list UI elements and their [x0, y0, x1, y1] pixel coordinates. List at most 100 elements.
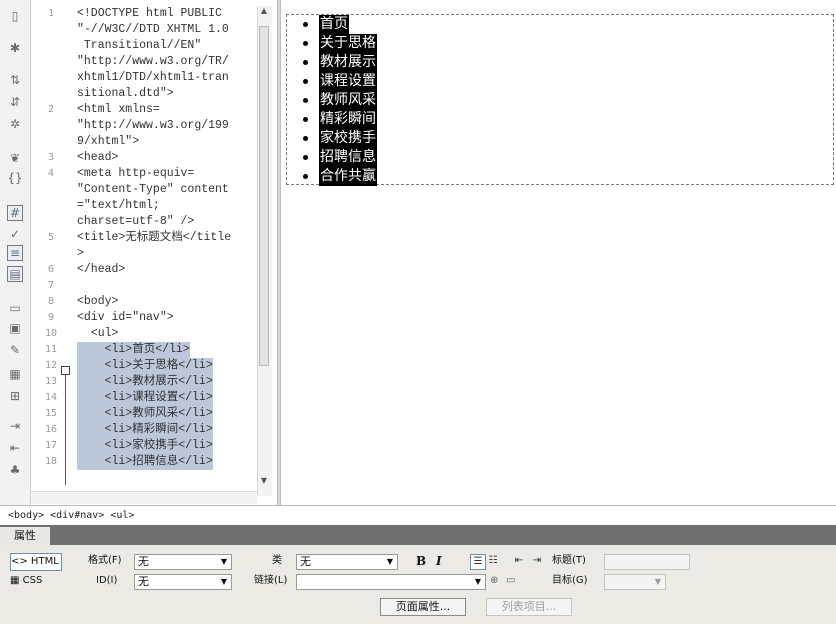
- format-label: 格式(F): [88, 555, 122, 566]
- link-label: 链接(L): [254, 575, 288, 586]
- bold-button[interactable]: B: [416, 554, 426, 568]
- syntax-coloring-icon[interactable]: ▤: [7, 266, 23, 282]
- id-select[interactable]: 无 ▼: [134, 574, 232, 590]
- code-scroll-thumb[interactable]: [259, 26, 269, 366]
- unordered-list-icon[interactable]: ☰: [470, 554, 486, 570]
- class-select[interactable]: 无 ▼: [296, 554, 398, 570]
- code-view[interactable]: 1 2 3 4 5 6 7 8 9 10 11 12 13 14 15 16 1…: [31, 0, 277, 505]
- code-line: </head>: [77, 263, 126, 276]
- code-line: <li>招聘信息</li>: [77, 454, 213, 470]
- indent-code-icon[interactable]: ⇥: [7, 418, 23, 434]
- link-input[interactable]: ▼: [296, 574, 486, 590]
- nav-item[interactable]: 首页: [319, 15, 349, 34]
- id-label: ID(I): [96, 575, 118, 586]
- nav-item[interactable]: 教师风采: [319, 91, 377, 110]
- text-outdent-icon[interactable]: ⇤: [512, 554, 526, 568]
- code-line: <meta http-equiv=: [77, 167, 195, 180]
- collapse-toggle-icon[interactable]: [61, 366, 70, 375]
- scroll-down-icon[interactable]: ▼: [257, 476, 271, 488]
- code-line: <!DOCTYPE html PUBLIC: [77, 7, 222, 20]
- bullet-icon: [303, 79, 308, 84]
- collapse-full-tag-icon[interactable]: ⇅: [7, 72, 23, 88]
- nav-item[interactable]: 关于思格: [319, 34, 377, 53]
- page-properties-button[interactable]: 页面属性...: [380, 598, 466, 616]
- list-item-button[interactable]: 列表项目...: [486, 598, 572, 616]
- word-wrap-icon[interactable]: ≡: [7, 245, 23, 261]
- show-code-navigator-icon[interactable]: ✱: [7, 40, 23, 56]
- properties-panel: 属性 <> HTML ▦ CSS 格式(F) 无 ▼ ID(I) 无 ▼ 类 无…: [0, 525, 836, 624]
- tag-selector[interactable]: <body> <div#nav> <ul>: [0, 505, 836, 525]
- line-number: 6: [47, 264, 55, 275]
- line-number: 8: [47, 296, 55, 307]
- balance-braces-icon[interactable]: {}: [7, 170, 23, 186]
- select-parent-tag-icon[interactable]: ❦: [7, 150, 23, 166]
- bullet-icon: [303, 22, 308, 27]
- nav-div[interactable]: 首页 关于思格 教材展示 课程设置 教师风采 精彩瞬间 家校携手 招聘信息 合作…: [286, 14, 834, 186]
- code-line: "-//W3C//DTD XHTML 1.0: [77, 23, 229, 36]
- code-line: <ul>: [77, 327, 119, 340]
- code-line: <body>: [77, 295, 119, 308]
- target-select[interactable]: ▼: [604, 574, 666, 590]
- nav-item[interactable]: 精彩瞬间: [319, 110, 377, 129]
- code-line: <li>教材展示</li>: [77, 374, 213, 390]
- bullet-icon: [303, 41, 308, 46]
- nav-item[interactable]: 课程设置: [319, 72, 377, 91]
- italic-button[interactable]: I: [436, 554, 442, 568]
- line-number: 5: [47, 232, 55, 243]
- highlight-invalid-code-icon[interactable]: ✓: [7, 226, 23, 242]
- class-value: 无: [300, 555, 311, 568]
- nav-item[interactable]: 教材展示: [319, 53, 377, 72]
- bullet-icon: [303, 117, 308, 122]
- nav-item[interactable]: 招聘信息: [319, 148, 377, 167]
- code-line: "http://www.w3.org/199: [77, 119, 229, 132]
- format-select[interactable]: 无 ▼: [134, 554, 232, 570]
- ordered-list-icon[interactable]: ☷: [486, 554, 500, 568]
- nav-item[interactable]: 合作共赢: [319, 167, 377, 186]
- code-line: <li>教师风采</li>: [77, 406, 213, 422]
- browse-folder-icon[interactable]: ▭: [506, 573, 515, 589]
- chevron-down-icon: ▼: [654, 577, 661, 586]
- code-line: charset=utf-8" />: [77, 215, 195, 228]
- scroll-up-icon[interactable]: ▲: [257, 6, 271, 18]
- code-line: <li>精彩瞬间</li>: [77, 422, 213, 438]
- line-number: 3: [47, 152, 55, 163]
- expand-all-icon[interactable]: ✲: [7, 116, 23, 132]
- css-mode-button[interactable]: ▦ CSS: [10, 573, 60, 589]
- bullet-icon: [303, 155, 308, 160]
- open-documents-icon[interactable]: ▯: [7, 8, 23, 24]
- line-number: 7: [47, 280, 55, 291]
- html-mode-button[interactable]: <> HTML: [10, 553, 62, 571]
- code-line: sitional.dtd">: [77, 87, 174, 100]
- apply-comment-icon[interactable]: ▭: [7, 300, 23, 316]
- tag-selector-path[interactable]: <body> <div#nav> <ul>: [8, 510, 134, 521]
- line-number: 9: [47, 312, 55, 323]
- title-input[interactable]: [604, 554, 690, 570]
- format-source-code-icon[interactable]: ♣: [7, 462, 23, 478]
- outdent-code-icon[interactable]: ⇤: [7, 440, 23, 456]
- point-to-file-icon[interactable]: ⊕: [490, 573, 498, 589]
- remove-comment-icon[interactable]: ▣: [7, 320, 23, 336]
- line-number-gutter: 1 2 3 4 5 6 7 8 9 10 11 12 13 14 15 16 1…: [31, 0, 75, 505]
- code-line: <title>无标题文档</title: [77, 231, 232, 244]
- wrap-tag-icon[interactable]: ✎: [7, 342, 23, 358]
- line-numbers-icon[interactable]: #: [7, 205, 23, 221]
- bullet-icon: [303, 174, 308, 179]
- nav-item[interactable]: 家校携手: [319, 129, 377, 148]
- code-line: <head>: [77, 151, 119, 164]
- properties-title[interactable]: 属性: [0, 527, 50, 545]
- recent-snippets-icon[interactable]: ▦: [7, 366, 23, 382]
- text-indent-icon[interactable]: ⇥: [530, 554, 544, 568]
- code-line: <li>首页</li>: [77, 342, 190, 358]
- line-number: 11: [44, 344, 58, 355]
- chevron-down-icon: ▼: [386, 557, 393, 566]
- chevron-down-icon: ▼: [220, 557, 227, 566]
- collapse-selection-icon[interactable]: ⇵: [7, 94, 23, 110]
- design-view[interactable]: 首页 关于思格 教材展示 课程设置 教师风采 精彩瞬间 家校携手 招聘信息 合作…: [282, 0, 836, 505]
- split-view-divider[interactable]: [277, 0, 281, 505]
- code-line: >: [77, 247, 84, 260]
- move-css-icon[interactable]: ⊞: [7, 388, 23, 404]
- code-line: Transitional//EN": [77, 39, 202, 52]
- code-horizontal-scrollbar[interactable]: [31, 491, 257, 504]
- code-line: 9/xhtml">: [77, 135, 140, 148]
- title-label: 标题(T): [552, 555, 586, 566]
